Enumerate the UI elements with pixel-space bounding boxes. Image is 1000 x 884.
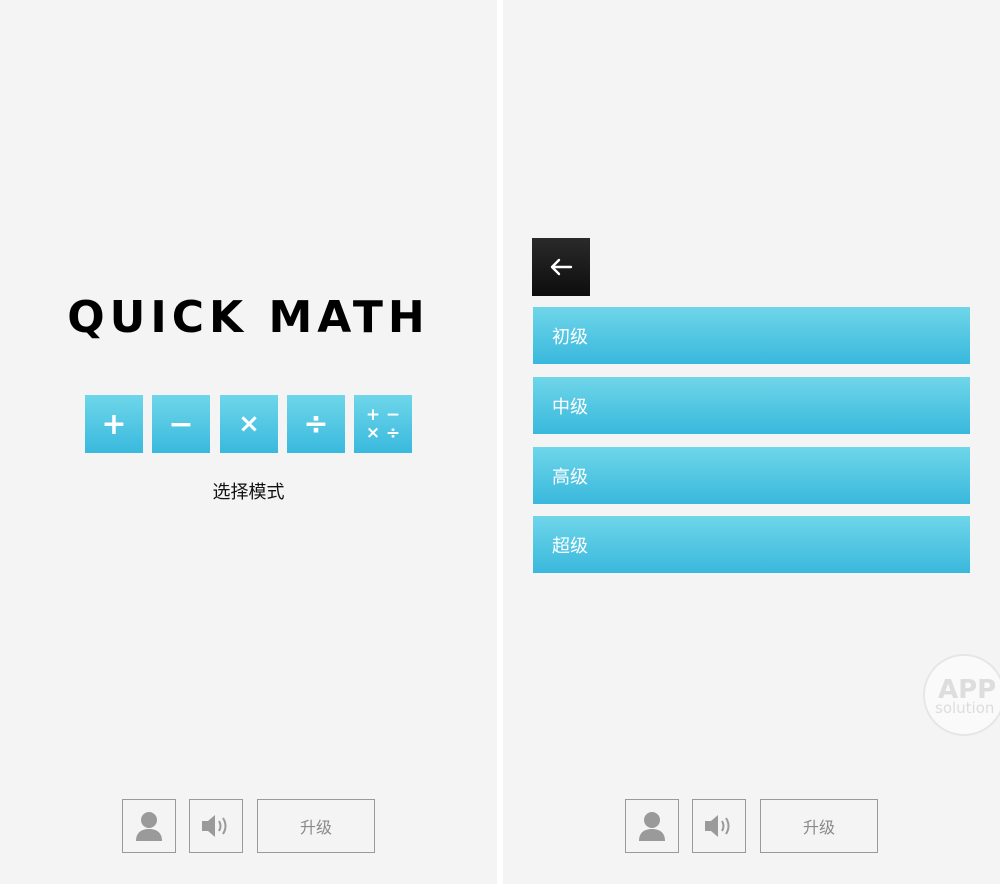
upgrade-label: 升级	[299, 818, 332, 837]
app-title: QUICK MATH	[67, 292, 430, 343]
mode-subtraction-button[interactable]: −	[152, 395, 210, 453]
level-intermediate-button[interactable]: 中级	[533, 377, 970, 434]
speaker-icon	[705, 815, 730, 837]
watermark-sub-text: solution	[935, 699, 995, 717]
upgrade-button[interactable]: 升级	[760, 799, 878, 853]
speaker-icon	[202, 815, 227, 837]
plus-symbol: +	[101, 406, 127, 442]
upgrade-label: 升级	[802, 818, 835, 837]
mode-hint: 选择模式	[212, 482, 285, 503]
stage: QUICK MATH + − × ÷ + − × ÷ 选择模式 升级 初级 中级…	[0, 0, 1000, 884]
mode-division-button[interactable]: ÷	[287, 395, 345, 453]
person-icon	[639, 812, 665, 841]
level-advanced-button[interactable]: 高级	[533, 447, 970, 504]
level-super-button[interactable]: 超级	[533, 516, 970, 573]
level-label: 中级	[552, 396, 588, 418]
mixed-minus-symbol: −	[385, 405, 401, 425]
level-beginner-button[interactable]: 初级	[533, 307, 970, 364]
mixed-times-symbol: ×	[365, 423, 381, 443]
level-label: 初级	[552, 326, 588, 348]
profile-button[interactable]	[122, 799, 176, 853]
minus-symbol: −	[168, 406, 194, 442]
times-symbol: ×	[238, 409, 260, 439]
person-icon	[136, 812, 162, 841]
divide-symbol: ÷	[303, 406, 329, 442]
mixed-plus-symbol: +	[365, 405, 381, 425]
level-label: 超级	[552, 535, 588, 557]
upgrade-button[interactable]: 升级	[257, 799, 375, 853]
sound-button[interactable]	[692, 799, 746, 853]
sound-button[interactable]	[189, 799, 243, 853]
mode-addition-button[interactable]: +	[85, 395, 143, 453]
level-label: 高级	[552, 466, 588, 488]
mixed-divide-symbol: ÷	[385, 423, 401, 443]
home-screen: QUICK MATH + − × ÷ + − × ÷ 选择模式 升级	[0, 0, 497, 884]
back-button[interactable]	[532, 238, 590, 296]
mode-mixed-button[interactable]: + − × ÷	[354, 395, 412, 453]
profile-button[interactable]	[625, 799, 679, 853]
level-screen: 初级 中级 高级 超级 APP solution 升级	[503, 0, 1000, 884]
app-solution-watermark: APP solution	[923, 654, 1000, 736]
mode-multiplication-button[interactable]: ×	[220, 395, 278, 453]
mixed-symbols: + − × ÷	[363, 406, 403, 442]
mode-selector: + − × ÷ + − × ÷	[85, 395, 415, 453]
arrow-left-icon	[550, 258, 573, 276]
